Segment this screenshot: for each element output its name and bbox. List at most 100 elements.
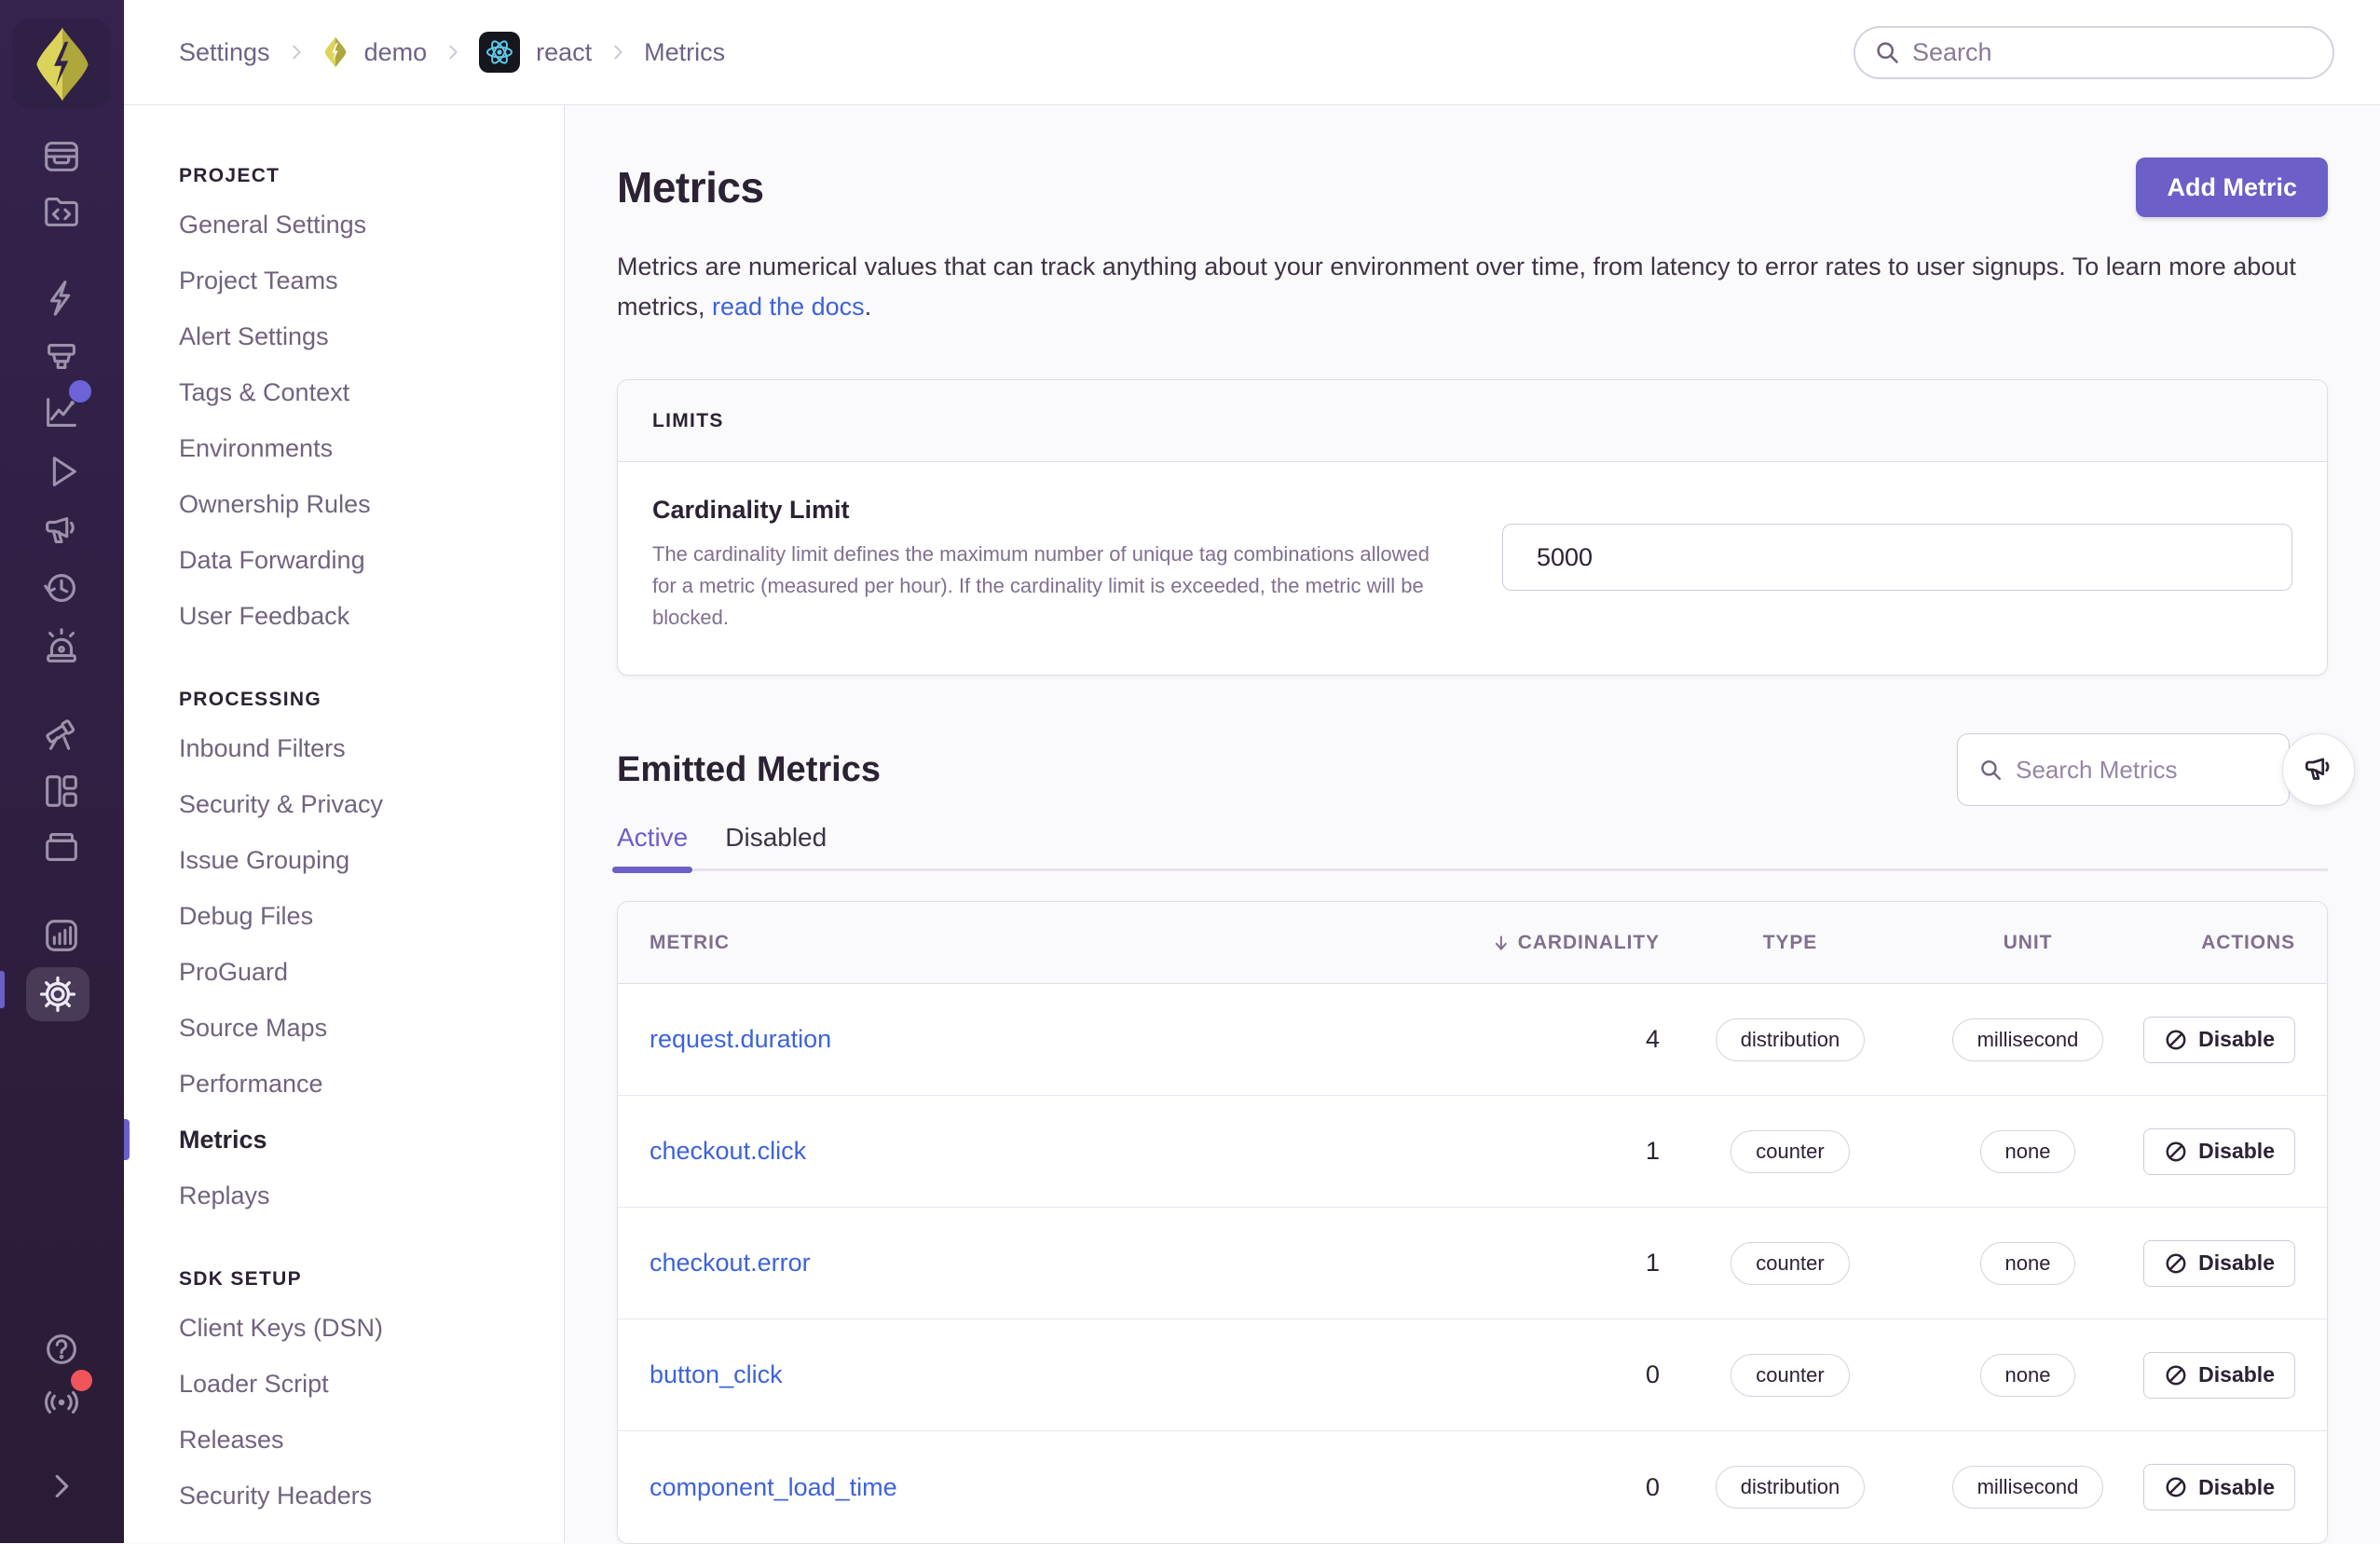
cardinality-limit-input[interactable] [1502,524,2292,591]
settings-nav-item[interactable]: Client Keys (DSN) [124,1300,564,1356]
disable-button[interactable]: Disable [2143,1239,2295,1287]
topbar: Settings demo react Metrics [124,0,2380,105]
icon-rail [0,0,124,1543]
settings-nav-item[interactable]: Security Headers [124,1468,564,1524]
metrics-new-dot-badge [69,380,91,403]
header-actions: ACTIONS [2201,931,2295,953]
metrics-table-header: METRIC CARDINALITY TYPE UNIT ACTIONS [618,902,2327,984]
header-cardinality[interactable]: CARDINALITY [1492,932,1660,954]
disable-button[interactable]: Disable [2143,1351,2295,1399]
metrics-table-body: request.duration 4 distribution millisec… [618,984,2327,1543]
add-metric-button[interactable]: Add Metric [2136,157,2328,217]
settings-gear-icon [39,976,76,1013]
settings-nav-item[interactable]: Security & Privacy [124,776,564,832]
disable-button[interactable]: Disable [2143,1016,2295,1063]
crons-siren-icon[interactable] [40,624,83,667]
disable-slash-icon [2166,1253,2186,1273]
settings-nav-item[interactable]: ProGuard [124,944,564,1000]
breadcrumb-item[interactable]: Settings [179,38,270,67]
table-row: request.duration 4 distribution millisec… [618,984,2327,1096]
settings-nav: PROJECT General Settings Project Teams Aler… [124,105,565,1543]
feedback-fab-button[interactable] [2282,733,2355,806]
projects-icon[interactable] [40,190,83,233]
global-search[interactable] [1853,25,2334,79]
settings-nav-item[interactable]: Source Maps [124,1000,564,1056]
disable-button[interactable]: Disable [2143,1464,2295,1510]
tab-disabled[interactable]: Disabled [725,823,827,868]
search-icon [1981,760,2002,780]
metric-name-link[interactable]: checkout.click [650,1137,806,1165]
replays-play-icon[interactable] [40,450,83,493]
nav-section-heading: PROCESSING [179,689,322,710]
settings-nav-item[interactable]: Data Forwarding [124,532,564,588]
settings-nav-item[interactable]: Debug Files [124,888,564,944]
breadcrumb-item[interactable]: Metrics [644,38,725,67]
read-docs-link[interactable]: read the docs [712,293,865,321]
settings-nav-section: PROCESSING Inbound Filters Security & Priv… [124,679,564,1223]
header-unit[interactable]: UNIT [1921,932,2135,954]
cardinality-limit-help: The cardinality limit defines the maximu… [652,542,1429,629]
cardinality-value: 0 [1645,1472,1660,1501]
metrics-search[interactable] [1957,733,2290,806]
performance-lightning-icon[interactable] [40,277,83,320]
cardinality-value: 0 [1645,1360,1660,1388]
settings-nav-item[interactable]: Inbound Filters [124,720,564,776]
settings-nav-item[interactable]: Metrics [124,1112,564,1168]
main-content: Metrics Add Metric Metrics are numerical… [565,105,2380,1544]
global-search-input[interactable] [1912,37,2314,67]
header-type[interactable]: TYPE [1660,932,1921,954]
settings-nav-item[interactable]: Replays [124,1168,564,1223]
unit-badge: none [1979,1241,2076,1285]
history-clock-icon[interactable] [40,567,83,609]
dashboards-grid-icon[interactable] [40,770,83,813]
stats-archive-icon[interactable] [40,826,83,868]
right-column: Settings demo react Metrics PROJECT Gener… [124,0,2380,1544]
disable-slash-icon [2166,1141,2186,1161]
alerts-megaphone-icon[interactable] [40,510,83,553]
settings-nav-item[interactable]: Issue Grouping [124,832,564,888]
rail-active-indicator [0,971,5,1008]
sentry-logo[interactable] [32,26,93,102]
collapse-chevron-icon[interactable] [40,1465,83,1508]
settings-nav-item[interactable]: Tags & Context [124,364,564,420]
settings-nav-item[interactable]: Performance [124,1056,564,1112]
disable-button[interactable]: Disable [2143,1127,2295,1175]
discover-telescope-icon[interactable] [40,711,83,754]
settings-nav-item[interactable]: Ownership Rules [124,476,564,532]
metric-name-link[interactable]: request.duration [650,1025,831,1053]
settings-nav-item[interactable]: User Feedback [124,588,564,644]
disable-slash-icon [2166,1030,2186,1049]
search-icon [1877,42,1898,63]
type-badge: counter [1730,1241,1850,1285]
metric-name-link[interactable]: component_load_time [650,1473,897,1501]
settings-gear-button[interactable] [26,967,89,1021]
settings-nav-item[interactable]: Releases [124,1412,564,1468]
table-row: component_load_time 0 distribution milli… [618,1431,2327,1543]
reports-chart-icon[interactable] [40,914,83,957]
breadcrumb-item[interactable]: demo [364,38,428,67]
issues-icon[interactable] [40,135,83,178]
whats-new-dot-badge [71,1370,92,1391]
breadcrumb: Settings demo react Metrics [179,32,725,73]
settings-nav-item[interactable]: Environments [124,420,564,476]
metrics-search-input[interactable] [2016,755,2268,785]
limits-panel: LIMITS Cardinality Limit The cardinality… [617,379,2328,676]
main-header: Metrics Add Metric [617,157,2328,217]
tab-active[interactable]: Active [611,823,693,873]
sort-desc-arrow-icon [1495,935,1507,950]
help-icon[interactable] [40,1328,83,1371]
metric-name-link[interactable]: button_click [650,1360,783,1388]
disable-slash-icon [2166,1365,2186,1385]
settings-nav-item[interactable]: General Settings [124,197,564,253]
settings-nav-item[interactable]: Loader Script [124,1356,564,1412]
disable-slash-icon [2166,1477,2186,1497]
settings-nav-item[interactable]: Project Teams [124,253,564,308]
breadcrumb-item[interactable]: react [536,38,592,67]
header-metric[interactable]: METRIC [650,932,1492,954]
settings-nav-section: PROJECT General Settings Project Teams Aler… [124,156,564,644]
settings-nav-item[interactable]: Alert Settings [124,308,564,364]
page-description: Metrics are numerical values that can tr… [617,247,2304,327]
metric-name-link[interactable]: checkout.error [650,1249,811,1277]
traces-projector-icon[interactable] [40,335,83,378]
emitted-metrics-tabs: Active Disabled [611,823,2328,873]
